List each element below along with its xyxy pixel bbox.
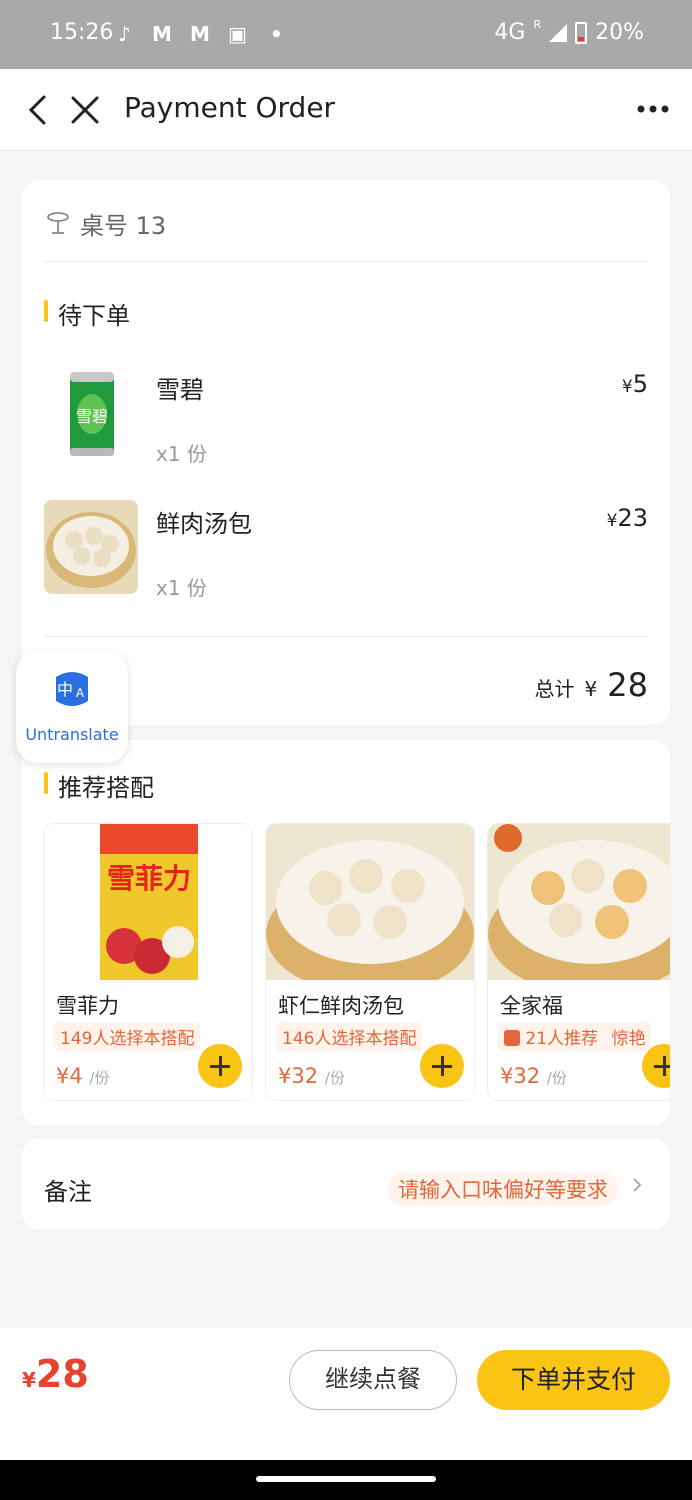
close-icon[interactable] — [68, 93, 102, 127]
gmail-icon: M — [190, 22, 210, 46]
divider — [44, 636, 648, 637]
recommend-tag: 146人选择本搭配 — [276, 1022, 423, 1051]
item-quantity: x1 份 — [156, 576, 207, 600]
item-price: ¥23 — [606, 504, 648, 532]
place-order-pay-button[interactable]: 下单并支付 — [477, 1350, 670, 1410]
list-item: 鲜肉汤包 x1 份 ¥23 — [44, 500, 648, 600]
recommend-tag: 149人选择本搭配 — [54, 1022, 201, 1051]
recommend-price: ¥32 /份 — [278, 1064, 345, 1088]
recommend-card: 推荐搭配 雪菲力 雪菲力 149人选择本搭配 ¥4 /份 虾仁鲜肉汤包 146人… — [22, 740, 670, 1126]
divider — [44, 261, 648, 262]
page-title: Payment Order — [124, 91, 336, 124]
item-price: ¥5 — [621, 370, 648, 398]
continue-ordering-button[interactable]: 继续点餐 — [289, 1350, 457, 1410]
system-nav-bar — [0, 1460, 692, 1500]
svg-text:中: 中 — [57, 680, 73, 699]
signal-icon — [549, 23, 568, 42]
recommend-image: 雪菲力 — [44, 824, 252, 980]
nav-bar: Payment Order — [0, 69, 692, 151]
untranslate-widget[interactable]: 中 A Untranslate — [16, 651, 128, 763]
status-right: 4G R 20% — [494, 18, 644, 45]
translate-icon: 中 A — [56, 672, 88, 706]
more-icon[interactable] — [636, 99, 670, 119]
battery-level: 20% — [595, 20, 644, 45]
network-type: 4G — [494, 20, 526, 45]
cast-icon: ▣ — [228, 22, 247, 46]
recommend-name: 虾仁鲜肉汤包 — [278, 994, 404, 1018]
recommend-section-title: 推荐搭配 — [44, 768, 154, 803]
recommend-item[interactable]: 全家福 21人推荐 惊艳 ¥32 /份 — [488, 824, 670, 1100]
untranslate-label: Untranslate — [25, 725, 119, 744]
item-image — [44, 500, 138, 594]
recommend-price: ¥32 /份 — [500, 1064, 567, 1088]
battery-icon — [575, 21, 588, 44]
note-label: 备注 — [44, 1178, 92, 1206]
recommend-name: 雪菲力 — [56, 994, 119, 1018]
dot-icon: • — [270, 22, 283, 46]
list-item: 雪碧 雪碧 x1 份 ¥5 — [44, 366, 648, 466]
order-total: 总计 ¥ 28 — [534, 666, 648, 704]
item-name: 鲜肉汤包 — [156, 510, 252, 538]
footer-total: ¥28 — [22, 1352, 89, 1396]
note-card[interactable]: 备注 请输入口味偏好等要求 — [22, 1138, 670, 1230]
recommend-image — [266, 824, 474, 980]
total-value: 28 — [607, 666, 648, 704]
tiktok-icon: ♪ — [118, 22, 131, 46]
order-card: 桌号 13 待下单 雪碧 雪碧 x1 份 ¥5 鲜肉汤包 x1 份 ¥23 总计… — [22, 180, 670, 725]
roaming-indicator: R — [533, 18, 542, 31]
add-button[interactable] — [420, 1044, 464, 1088]
svg-text:A: A — [76, 686, 85, 700]
back-icon[interactable] — [22, 93, 56, 127]
gmail-icon: M — [152, 22, 172, 46]
table-number: 桌号 13 — [46, 206, 166, 241]
item-quantity: x1 份 — [156, 442, 207, 466]
home-indicator[interactable] — [256, 1476, 436, 1482]
recommend-image — [488, 824, 670, 980]
recommend-name: 全家福 — [500, 994, 563, 1018]
add-button[interactable] — [198, 1044, 242, 1088]
checkout-bar: ¥28 继续点餐 下单并支付 — [0, 1328, 692, 1460]
recommend-tag: 21人推荐 惊艳 — [498, 1022, 652, 1051]
recommend-list: 雪菲力 雪菲力 149人选择本搭配 ¥4 /份 虾仁鲜肉汤包 146人选择本搭配… — [44, 824, 670, 1100]
item-name: 雪碧 — [156, 376, 204, 404]
item-image: 雪碧 — [44, 366, 138, 460]
svg-text:雪碧: 雪碧 — [76, 407, 108, 426]
recommend-item[interactable]: 雪菲力 雪菲力 149人选择本搭配 ¥4 /份 — [44, 824, 252, 1100]
total-label: 总计 — [534, 677, 575, 701]
table-icon — [47, 211, 69, 234]
chevron-right-icon — [633, 1178, 642, 1192]
svg-text:雪菲力: 雪菲力 — [107, 862, 191, 895]
table-label: 桌号 13 — [80, 212, 167, 240]
recommend-item[interactable]: 虾仁鲜肉汤包 146人选择本搭配 ¥32 /份 — [266, 824, 474, 1100]
note-input[interactable]: 请输入口味偏好等要求 — [388, 1172, 618, 1206]
status-time: 15:26 — [50, 20, 114, 45]
pending-section-title: 待下单 — [44, 296, 130, 331]
recommend-price: ¥4 /份 — [56, 1064, 110, 1088]
recommend-tag-icon — [504, 1030, 520, 1046]
status-bar: 15:26 ♪ M M ▣ • 4G R 20% — [0, 0, 692, 69]
